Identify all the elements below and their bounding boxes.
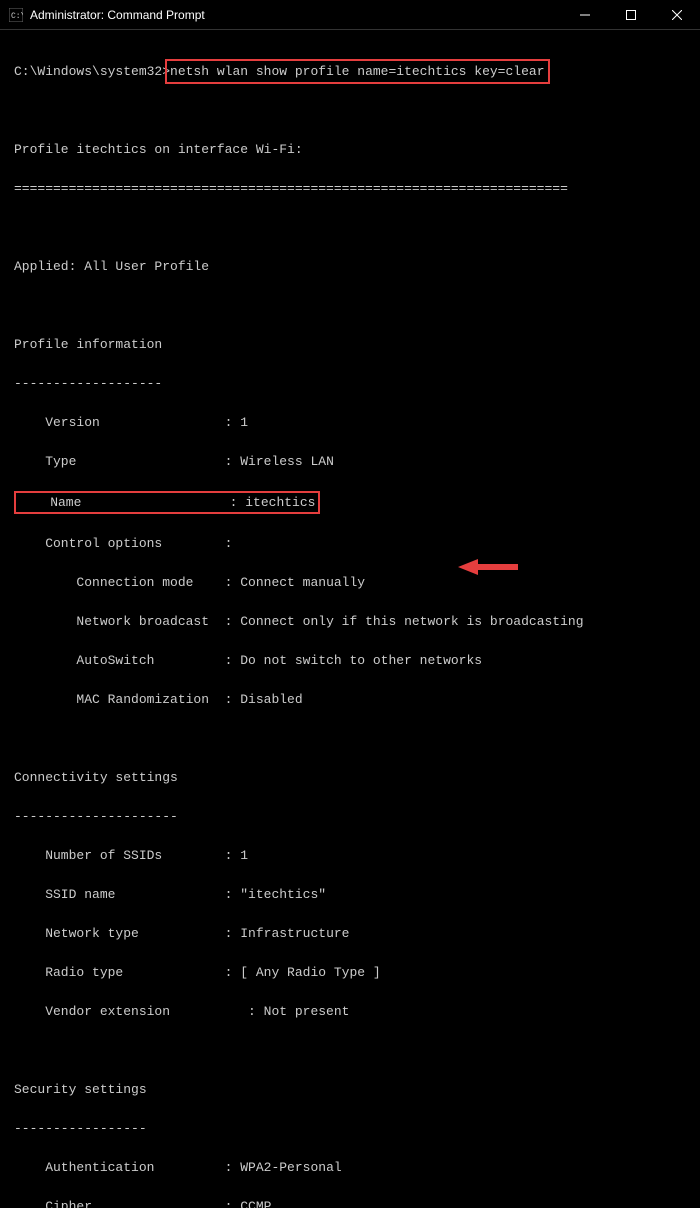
section-connectivity: Connectivity settings: [14, 768, 686, 788]
profile-header: Profile itechtics on interface Wi-Fi:: [14, 140, 686, 160]
cipher1-row: Cipher : CCMP: [14, 1197, 686, 1208]
radio-type-label: Radio type :: [14, 965, 240, 980]
close-button[interactable]: [654, 0, 700, 29]
num-ssids-row: Number of SSIDs : 1: [14, 846, 686, 866]
auth1-value: WPA2-Personal: [240, 1160, 341, 1175]
ssid-name-row: SSID name : "itechtics": [14, 885, 686, 905]
blank-line: [14, 296, 686, 316]
autoswitch-row: AutoSwitch : Do not switch to other netw…: [14, 651, 686, 671]
num-ssids-value: 1: [240, 848, 248, 863]
arrow-annotation-icon: [458, 557, 518, 577]
prompt-path: C:\Windows\system32>: [14, 64, 170, 79]
auth1-row: Authentication : WPA2-Personal: [14, 1158, 686, 1178]
ssid-name-value: "itechtics": [240, 887, 326, 902]
version-label: Version :: [14, 415, 240, 430]
mac-rand-value: Disabled: [240, 692, 302, 707]
command-text: netsh wlan show profile name=itechtics k…: [170, 64, 544, 79]
radio-type-row: Radio type : [ Any Radio Type ]: [14, 963, 686, 983]
cmd-icon: C:\: [8, 7, 24, 23]
name-highlight: Name : itechtics: [14, 491, 320, 515]
minimize-button[interactable]: [562, 0, 608, 29]
section-divider: ---------------------: [14, 807, 686, 827]
version-row: Version : 1: [14, 413, 686, 433]
radio-type-value: [ Any Radio Type ]: [240, 965, 380, 980]
name-row-wrapper: Name : itechtics: [14, 491, 686, 515]
name-value: itechtics: [245, 495, 315, 510]
window-title: Administrator: Command Prompt: [30, 8, 562, 22]
cipher1-label: Cipher :: [14, 1199, 240, 1208]
window-titlebar: C:\ Administrator: Command Prompt: [0, 0, 700, 30]
terminal-output[interactable]: C:\Windows\system32>netsh wlan show prof…: [0, 30, 700, 1208]
blank-line: [14, 1041, 686, 1061]
svg-text:C:\: C:\: [11, 12, 23, 21]
command-highlight: netsh wlan show profile name=itechtics k…: [165, 59, 549, 85]
blank-line: [14, 729, 686, 749]
ssid-name-label: SSID name :: [14, 887, 240, 902]
autoswitch-label: AutoSwitch :: [14, 653, 240, 668]
section-security: Security settings: [14, 1080, 686, 1100]
vendor-ext-value: Not present: [264, 1004, 350, 1019]
num-ssids-label: Number of SSIDs :: [14, 848, 240, 863]
net-type-value: Infrastructure: [240, 926, 349, 941]
version-value: 1: [240, 415, 248, 430]
mac-rand-label: MAC Randomization :: [14, 692, 240, 707]
vendor-ext-label: Vendor extension :: [14, 1004, 264, 1019]
section-divider: -------------------: [14, 374, 686, 394]
type-row: Type : Wireless LAN: [14, 452, 686, 472]
window-controls: [562, 0, 700, 29]
conn-mode-row: Connection mode : Connect manually: [14, 573, 686, 593]
section-divider: -----------------: [14, 1119, 686, 1139]
name-label: Name :: [19, 495, 245, 510]
type-label: Type :: [14, 454, 240, 469]
cipher1-value: CCMP: [240, 1199, 271, 1208]
net-type-label: Network type :: [14, 926, 240, 941]
control-options-row: Control options :: [14, 534, 686, 554]
autoswitch-value: Do not switch to other networks: [240, 653, 482, 668]
conn-mode-label: Connection mode :: [14, 575, 240, 590]
net-type-row: Network type : Infrastructure: [14, 924, 686, 944]
net-broadcast-row: Network broadcast : Connect only if this…: [14, 612, 686, 632]
maximize-button[interactable]: [608, 0, 654, 29]
auth1-label: Authentication :: [14, 1160, 240, 1175]
blank-line: [14, 101, 686, 121]
net-broadcast-value: Connect only if this network is broadcas…: [240, 614, 583, 629]
net-broadcast-label: Network broadcast :: [14, 614, 240, 629]
vendor-ext-row: Vendor extension : Not present: [14, 1002, 686, 1022]
section-profile-info: Profile information: [14, 335, 686, 355]
type-value: Wireless LAN: [240, 454, 334, 469]
prompt-line: C:\Windows\system32>netsh wlan show prof…: [14, 62, 686, 82]
mac-rand-row: MAC Randomization : Disabled: [14, 690, 686, 710]
applied-line: Applied: All User Profile: [14, 257, 686, 277]
conn-mode-value: Connect manually: [240, 575, 365, 590]
profile-divider: ========================================…: [14, 179, 686, 199]
blank-line: [14, 218, 686, 238]
